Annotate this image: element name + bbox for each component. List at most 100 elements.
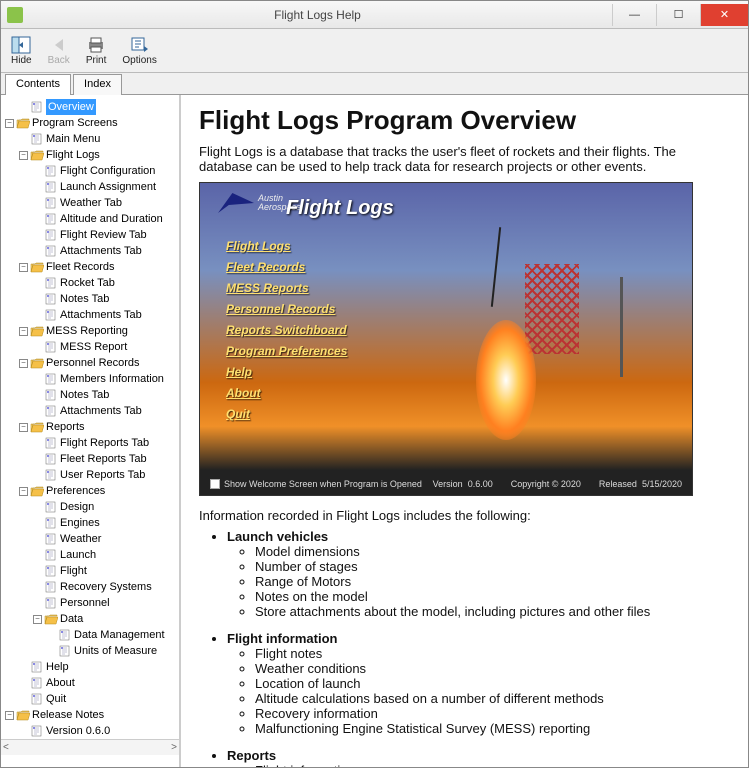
tree-item[interactable]: Weather Tab [31, 195, 179, 211]
list-item: Range of Motors [255, 574, 730, 589]
splash-image: AustinAerospace Flight Logs Flight LogsF… [199, 182, 693, 496]
folder-open-icon [30, 325, 44, 337]
hide-button[interactable]: Hide [7, 34, 36, 68]
splash-menu-link[interactable]: Flight Logs [226, 239, 347, 253]
content-pane[interactable]: Flight Logs Program Overview Flight Logs… [181, 95, 748, 767]
tree-item-version[interactable]: Version 0.6.0 [17, 723, 179, 739]
splash-menu-link[interactable]: Help [226, 365, 347, 379]
tree-item[interactable]: Recovery Systems [31, 579, 179, 595]
print-icon [86, 36, 106, 54]
tree-item[interactable]: Units of Measure [45, 643, 179, 659]
tree-item[interactable]: User Reports Tab [31, 467, 179, 483]
page-icon [44, 197, 58, 209]
splash-menu-link[interactable]: MESS Reports [226, 281, 347, 295]
page-icon [44, 309, 58, 321]
tree-item-preferences[interactable]: −Preferences [17, 483, 179, 499]
nav-scrollbar-horizontal[interactable]: <> [1, 739, 179, 755]
info-intro-text: Information recorded in Flight Logs incl… [199, 508, 730, 523]
tree-item-program-screens[interactable]: −Program Screens [3, 115, 179, 131]
tree-item[interactable]: Launch Assignment [31, 179, 179, 195]
tree-item-help[interactable]: Help [17, 659, 179, 675]
splash-menu-link[interactable]: Reports Switchboard [226, 323, 347, 337]
section-reports: Reports [227, 748, 276, 763]
maximize-button[interactable]: ☐ [656, 4, 700, 26]
nav-tree-pane[interactable]: Overview −Program Screens Main Menu −Fli… [1, 95, 181, 767]
tree-item[interactable]: Attachments Tab [31, 403, 179, 419]
tree-item[interactable]: Data Management [45, 627, 179, 643]
tree-item[interactable]: Flight Configuration [31, 163, 179, 179]
tree-item-about[interactable]: About [17, 675, 179, 691]
rocket-flame [476, 320, 536, 440]
tree-item[interactable]: Notes Tab [31, 291, 179, 307]
splash-menu-link[interactable]: Personnel Records [226, 302, 347, 316]
tree-item[interactable]: Altitude and Duration [31, 211, 179, 227]
list-item: Flight information [255, 763, 730, 767]
list-item: Location of launch [255, 676, 730, 691]
welcome-checkbox-label: Show Welcome Screen when Program is Open… [224, 479, 422, 489]
tree-item-release-notes[interactable]: −Release Notes [3, 707, 179, 723]
page-icon [44, 437, 58, 449]
options-button[interactable]: Options [118, 34, 160, 68]
page-icon [44, 597, 58, 609]
print-button[interactable]: Print [82, 34, 111, 68]
tree-item[interactable]: Rocket Tab [31, 275, 179, 291]
splash-menu-link[interactable]: Quit [226, 407, 347, 421]
titlebar[interactable]: Flight Logs Help — ☐ ✕ [1, 1, 748, 29]
folder-open-icon [30, 357, 44, 369]
tree-item-personnel-records[interactable]: −Personnel Records [17, 355, 179, 371]
tree-item[interactable]: Fleet Reports Tab [31, 451, 179, 467]
splash-menu-link[interactable]: Program Preferences [226, 344, 347, 358]
tree-item-fleet-records[interactable]: −Fleet Records [17, 259, 179, 275]
section-flight-information: Flight information [227, 631, 337, 646]
tree-item[interactable]: Notes Tab [31, 387, 179, 403]
toc-tree: Overview −Program Screens Main Menu −Fli… [1, 99, 179, 739]
folder-open-icon [30, 149, 44, 161]
tab-index[interactable]: Index [73, 74, 122, 95]
tree-item[interactable]: Attachments Tab [31, 243, 179, 259]
tree-item[interactable]: Members Information [31, 371, 179, 387]
tree-item-main-menu[interactable]: Main Menu [17, 131, 179, 147]
tree-item[interactable]: Flight Reports Tab [31, 435, 179, 451]
tree-item[interactable]: Flight [31, 563, 179, 579]
page-icon [44, 517, 58, 529]
page-icon [30, 101, 44, 113]
tab-contents[interactable]: Contents [5, 74, 71, 95]
page-icon [44, 277, 58, 289]
tree-item-quit[interactable]: Quit [17, 691, 179, 707]
tree-item[interactable]: Attachments Tab [31, 307, 179, 323]
list-item: Recovery information [255, 706, 730, 721]
page-icon [44, 549, 58, 561]
tree-item-mess-reporting[interactable]: −MESS Reporting [17, 323, 179, 339]
tree-item-flight-logs[interactable]: −Flight Logs [17, 147, 179, 163]
tree-item[interactable]: Design [31, 499, 179, 515]
splash-menu-link[interactable]: Fleet Records [226, 260, 347, 274]
page-icon [44, 181, 58, 193]
tree-item-reports[interactable]: −Reports [17, 419, 179, 435]
tree-item-data[interactable]: −Data [31, 611, 179, 627]
list-item: Model dimensions [255, 544, 730, 559]
close-button[interactable]: ✕ [700, 4, 748, 26]
tree-item-overview[interactable]: Overview [17, 99, 179, 115]
splash-footer: Show Welcome Screen when Program is Open… [200, 479, 692, 489]
page-icon [44, 533, 58, 545]
page-icon [44, 245, 58, 257]
tree-item[interactable]: Personnel [31, 595, 179, 611]
page-icon [44, 581, 58, 593]
tree-item[interactable]: Launch [31, 547, 179, 563]
splash-menu-link[interactable]: About [226, 386, 347, 400]
minimize-button[interactable]: — [612, 4, 656, 26]
tree-item[interactable]: Flight Review Tab [31, 227, 179, 243]
help-window: Flight Logs Help — ☐ ✕ Hide Back Print O… [0, 0, 749, 768]
welcome-checkbox[interactable] [210, 479, 220, 489]
tree-item[interactable]: Weather [31, 531, 179, 547]
list-item: Malfunctioning Engine Statistical Survey… [255, 721, 730, 736]
tree-item-mess-report[interactable]: MESS Report [31, 339, 179, 355]
page-title: Flight Logs Program Overview [199, 105, 730, 136]
tree-item[interactable]: Engines [31, 515, 179, 531]
nav-tabs: Contents Index [1, 73, 748, 95]
toolbar: Hide Back Print Options [1, 29, 748, 73]
back-button[interactable]: Back [44, 34, 74, 68]
page-icon [44, 501, 58, 513]
rocket-icon [491, 227, 501, 307]
page-icon [58, 645, 72, 657]
